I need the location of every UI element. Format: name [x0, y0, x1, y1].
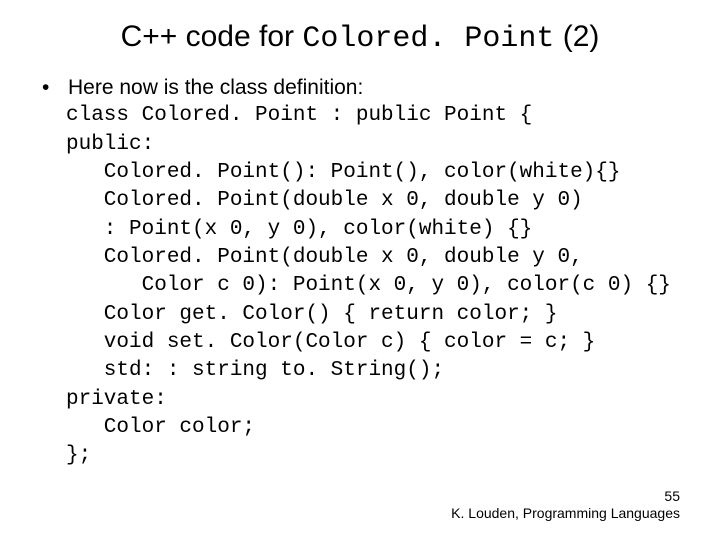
code-line: Color get. Color() { return color; } [66, 303, 557, 326]
title-pre: C++ code for [121, 20, 303, 53]
code-line: Colored. Point(): Point(), color(white){… [66, 161, 621, 184]
slide-body: • Here now is the class definition: clas… [40, 74, 680, 471]
code-line: Colored. Point(double x 0, double y 0) [66, 189, 583, 212]
slide: C++ code for Colored. Point (2) • Here n… [0, 0, 720, 540]
bullet-icon: • [40, 74, 68, 102]
title-post: (2) [554, 20, 599, 53]
code-line: : Point(x 0, y 0), color(white) {} [66, 218, 532, 241]
code-line: }; [66, 444, 91, 467]
bullet-row: • Here now is the class definition: [40, 74, 680, 102]
bullet-text: Here now is the class definition: [68, 74, 680, 102]
code-line: Color c 0): Point(x 0, y 0), color(c 0) … [66, 274, 671, 297]
code-line: private: [66, 388, 167, 411]
slide-title: C++ code for Colored. Point (2) [40, 20, 680, 56]
code-line: public: [66, 133, 154, 156]
code-block: class Colored. Point : public Point { pu… [66, 102, 680, 470]
page-number: 55 [451, 488, 680, 505]
code-line: Color color; [66, 416, 255, 439]
footer-credit: K. Louden, Programming Languages [451, 505, 680, 521]
code-line: void set. Color(Color c) { color = c; } [66, 331, 595, 354]
title-mono: Colored. Point [302, 22, 554, 56]
code-line: std: : string to. String(); [66, 359, 444, 382]
slide-footer: 55 K. Louden, Programming Languages [451, 488, 680, 522]
code-line: Colored. Point(double x 0, double y 0, [66, 246, 583, 269]
code-line: class Colored. Point : public Point { [66, 104, 532, 127]
